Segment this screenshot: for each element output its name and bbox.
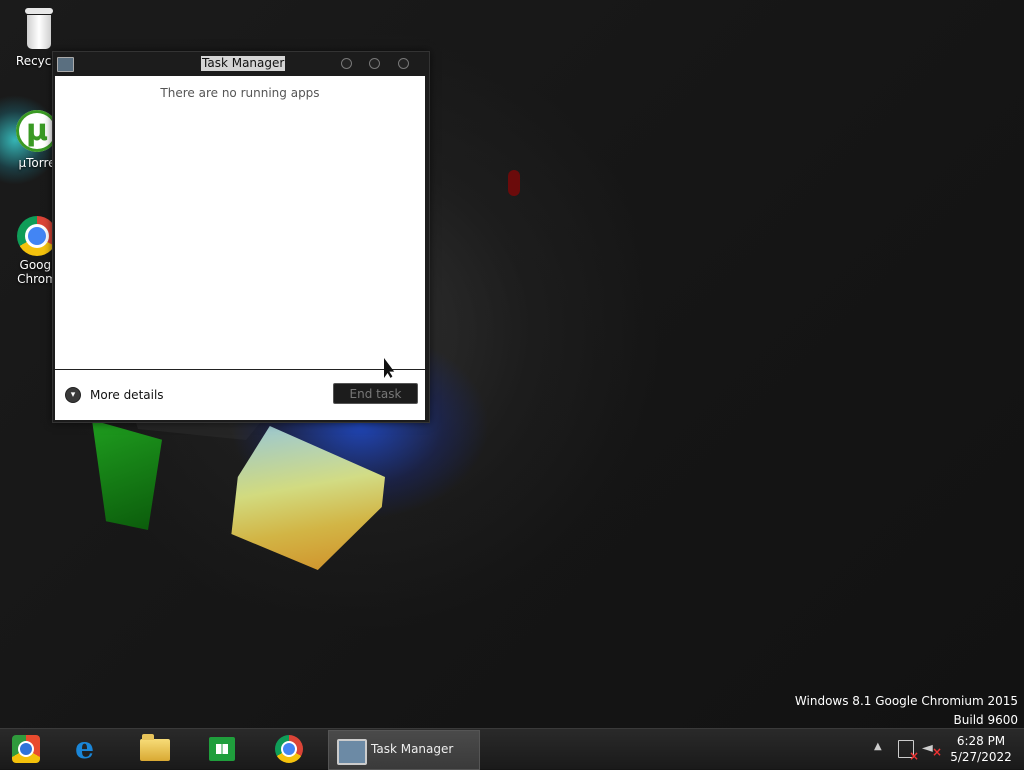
volume-muted-icon[interactable]: ◄ [922,740,942,760]
task-manager-icon [337,739,367,765]
taskbar: e Task Manager ▲ ◄ 6:28 PM 5/27/2022 [0,728,1024,770]
more-details-toggle[interactable]: ▾ More details [65,385,164,405]
more-details-label: More details [90,388,164,402]
browser-icon [12,735,40,763]
maximize-button[interactable] [369,58,380,69]
chrome-icon [275,735,303,763]
close-button[interactable] [398,58,409,69]
network-icon[interactable] [898,740,919,763]
minimize-button[interactable] [341,58,352,69]
footer-divider [55,369,425,370]
recycle-bin-icon [24,8,54,50]
taskbar-browser-button[interactable] [10,733,42,765]
internet-explorer-icon: e [75,731,95,766]
folder-icon [140,734,170,761]
clock-date: 5/27/2022 [950,750,1012,764]
watermark-line-2: Build 9600 [953,713,1018,727]
taskbar-file-explorer-button[interactable] [138,733,170,765]
taskbar-task-label: Task Manager [371,742,454,756]
system-clock[interactable]: 6:28 PM 5/27/2022 [948,733,1014,765]
end-task-button[interactable]: End task [333,383,418,404]
chevron-down-icon: ▾ [65,387,81,403]
taskbar-task-manager-button[interactable]: Task Manager [328,730,480,770]
taskbar-chrome-button[interactable] [273,733,305,765]
wallpaper-green-shard [92,420,162,530]
task-manager-app-icon[interactable] [57,57,74,72]
chrome-icon [17,216,57,256]
show-hidden-icons-chevron-up-icon[interactable]: ▲ [874,741,882,752]
title-bar[interactable]: Task Manager [53,52,429,76]
window-title: Task Manager [201,56,286,71]
wallpaper-red-accent [508,170,520,196]
app-list-panel: There are no running apps ▾ More details… [55,76,425,420]
windows-build-watermark: Windows 8.1 Google Chromium 2015 Build 9… [795,692,1018,728]
store-icon [209,737,235,761]
watermark-line-1: Windows 8.1 Google Chromium 2015 [794,694,1018,708]
task-manager-window[interactable]: Task Manager There are no running apps ▾… [52,51,430,423]
taskbar-store-button[interactable] [206,733,238,765]
empty-state-message: There are no running apps [160,86,320,100]
clock-time: 6:28 PM [956,734,1006,748]
taskbar-internet-explorer-button[interactable]: e [72,733,104,765]
